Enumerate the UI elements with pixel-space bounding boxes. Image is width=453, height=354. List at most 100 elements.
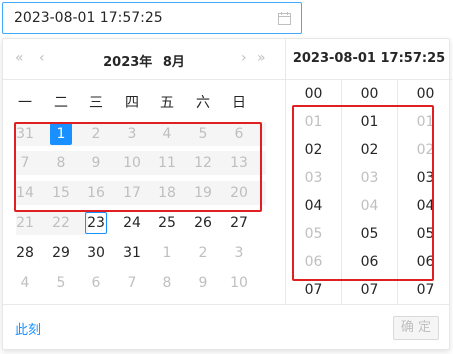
time-option[interactable]: 03 xyxy=(398,164,453,192)
date-cell-label: 6 xyxy=(91,275,101,291)
date-cell-label: 19 xyxy=(194,185,212,201)
date-cell: 16 xyxy=(78,181,114,205)
selected-date-cell[interactable]: 1 xyxy=(43,122,79,146)
calendar-icon xyxy=(278,12,291,25)
date-cell: 2 xyxy=(185,241,221,265)
date-cell: 5 xyxy=(185,122,221,146)
date-cell: 3 xyxy=(114,122,150,146)
date-cell: 9 xyxy=(185,271,221,295)
time-option: 01 xyxy=(416,114,435,130)
date-cell: 13 xyxy=(221,151,257,175)
date-panel: « ‹ 2023年 8月 › » 一二三四五六日 31 1 2 3 4 5 6 7 8 9 10 11… xyxy=(3,39,285,304)
today-date-cell[interactable]: 23 xyxy=(78,211,114,235)
date-cell: 10 xyxy=(114,151,150,175)
time-option[interactable]: 02 xyxy=(342,136,397,164)
date-cell: 11 xyxy=(149,151,185,175)
time-option[interactable]: 01 xyxy=(342,108,397,136)
calendar-header: « ‹ 2023年 8月 › » xyxy=(3,39,285,80)
date-cell: 17 xyxy=(114,181,150,205)
date-cell-label: 2 xyxy=(91,126,101,142)
date-cell-label: 10 xyxy=(230,275,248,291)
date-cell-label: 13 xyxy=(230,155,248,171)
date-cell-label: 1 xyxy=(50,123,72,145)
time-option: 04 xyxy=(360,198,379,214)
date-cell[interactable]: 25 xyxy=(149,211,185,235)
weekday-label: 三 xyxy=(89,95,103,111)
date-cell-label: 20 xyxy=(230,185,248,201)
date-cell: 7 xyxy=(114,271,150,295)
date-cell: 7 xyxy=(7,151,43,175)
time-option[interactable]: 07 xyxy=(342,276,397,304)
date-cell-label: 3 xyxy=(127,126,137,142)
date-cell[interactable]: 26 xyxy=(185,211,221,235)
date-cell: 8 xyxy=(43,151,79,175)
minute-column[interactable]: 00 01 02 03 04 05 06 07 xyxy=(342,79,398,304)
time-panel-header: 2023-08-01 17:57:25 xyxy=(286,39,452,80)
date-cell[interactable]: 24 xyxy=(114,211,150,235)
ok-button[interactable]: 确 定 xyxy=(393,316,439,340)
date-cell-label: 7 xyxy=(127,275,137,291)
next-year-button[interactable]: » xyxy=(257,50,266,66)
date-cell: 3 xyxy=(221,241,257,265)
date-cell[interactable]: 29 xyxy=(43,241,79,265)
date-cell: 15 xyxy=(43,181,79,205)
datetime-picker-dropdown: « ‹ 2023年 8月 › » 一二三四五六日 31 1 2 3 4 5 6 7 8 9 10 11… xyxy=(2,38,453,350)
date-cell[interactable]: 28 xyxy=(7,241,43,265)
date-cell: 21 xyxy=(7,211,43,235)
date-cell[interactable]: 31 xyxy=(114,241,150,265)
time-option[interactable]: 07 xyxy=(398,276,453,304)
datetime-input[interactable]: 2023-08-01 17:57:25 xyxy=(2,2,302,34)
date-cell[interactable]: 27 xyxy=(221,211,257,235)
date-cell-label: 7 xyxy=(20,155,30,171)
date-cell-label: 31 xyxy=(123,245,141,261)
date-cell[interactable]: 30 xyxy=(78,241,114,265)
date-cell-label: 4 xyxy=(20,275,30,291)
date-cell-label: 21 xyxy=(16,215,34,231)
weekday-label: 日 xyxy=(232,95,246,111)
date-cell-label: 5 xyxy=(56,275,66,291)
time-option[interactable]: 06 xyxy=(342,248,397,276)
time-option[interactable]: 05 xyxy=(342,220,397,248)
date-cell: 9 xyxy=(78,151,114,175)
date-cell: 4 xyxy=(149,122,185,146)
date-cell-label: 3 xyxy=(234,245,244,261)
date-cell-label: 29 xyxy=(52,245,70,261)
date-cell-label: 8 xyxy=(56,155,66,171)
date-cell-label: 5 xyxy=(198,126,208,142)
time-option: 03 xyxy=(304,170,323,186)
time-option[interactable]: 02 xyxy=(286,136,341,164)
date-cell: 31 xyxy=(7,122,43,146)
month-select[interactable]: 8月 xyxy=(163,55,185,70)
date-cell-label: 16 xyxy=(87,185,105,201)
date-cell: 4 xyxy=(7,271,43,295)
date-cell: 2 xyxy=(78,122,114,146)
time-option[interactable]: 00 xyxy=(286,80,341,108)
date-cell-label: 27 xyxy=(230,215,248,231)
next-month-button[interactable]: › xyxy=(241,50,247,66)
time-option[interactable]: 00 xyxy=(398,80,453,108)
time-option[interactable]: 05 xyxy=(398,220,453,248)
time-option[interactable]: 04 xyxy=(286,192,341,220)
weekday-label: 四 xyxy=(125,95,139,111)
date-cell-label: 30 xyxy=(87,245,105,261)
date-cell: 14 xyxy=(7,181,43,205)
date-cell-label: 9 xyxy=(91,155,101,171)
date-cell-label: 1 xyxy=(162,245,172,261)
hour-column[interactable]: 00 01 02 03 04 05 06 07 xyxy=(286,79,342,304)
year-select[interactable]: 2023年 xyxy=(103,55,152,70)
date-cell-label: 25 xyxy=(158,215,176,231)
picker-footer: 此刻 确 定 xyxy=(3,304,449,350)
date-cell-label: 18 xyxy=(158,185,176,201)
time-option[interactable]: 04 xyxy=(398,192,453,220)
date-cell-label: 28 xyxy=(16,245,34,261)
time-option[interactable]: 06 xyxy=(398,248,453,276)
date-cell: 1 xyxy=(149,241,185,265)
time-option[interactable]: 07 xyxy=(286,276,341,304)
date-cell: 19 xyxy=(185,181,221,205)
second-column[interactable]: 00 01 02 03 04 05 06 07 xyxy=(398,79,453,304)
time-option[interactable]: 00 xyxy=(342,80,397,108)
time-option: 05 xyxy=(304,226,323,242)
date-cell-label: 12 xyxy=(194,155,212,171)
now-button[interactable]: 此刻 xyxy=(15,319,41,338)
date-cell: 6 xyxy=(78,271,114,295)
